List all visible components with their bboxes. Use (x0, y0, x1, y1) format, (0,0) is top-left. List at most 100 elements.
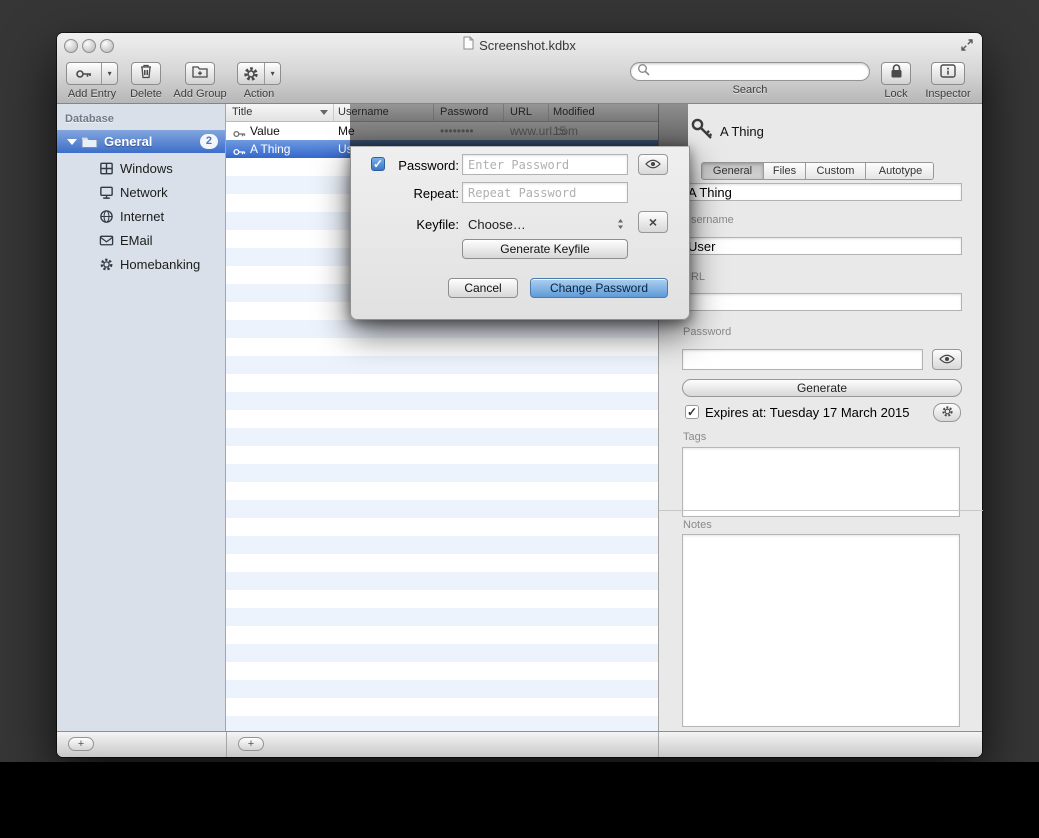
notes-input[interactable] (682, 534, 960, 727)
add-entry-button[interactable]: ▾ (66, 62, 118, 85)
action-button[interactable]: ▾ (237, 62, 281, 85)
username-field[interactable] (682, 237, 962, 255)
sort-indicator-icon[interactable] (320, 110, 328, 115)
dialog-keyfile-label: Keyfile: (391, 217, 459, 232)
banking-gear-icon (98, 256, 114, 272)
window-title-group: Screenshot.kdbx (57, 37, 982, 53)
tab-custom[interactable]: Custom (806, 163, 866, 179)
disclosure-triangle-icon[interactable] (67, 139, 77, 145)
dialog-repeat-input[interactable] (462, 182, 628, 203)
section-divider (659, 510, 983, 511)
sidebar-item-network[interactable]: Network (57, 180, 225, 204)
fullscreen-icon[interactable] (960, 38, 974, 57)
document-icon (463, 36, 474, 55)
tab-autotype[interactable]: Autotype (866, 163, 934, 179)
expires-checkbox[interactable]: ✓ (685, 405, 699, 419)
screen: { "colors": { "selection_blue": "#3d6ec9… (0, 0, 1039, 838)
sidebar: Database General 2 Windows Network (57, 104, 226, 731)
dialog-show-password-button[interactable] (638, 154, 668, 175)
add-entry-plus-button[interactable]: + (238, 737, 264, 751)
eye-icon (939, 351, 955, 369)
tags-label: Tags (683, 431, 706, 443)
chevron-down-icon[interactable]: ▾ (101, 63, 117, 84)
app-window: Screenshot.kdbx ▾ Add Entry Delete (57, 33, 982, 757)
delete-button[interactable] (131, 62, 161, 85)
sidebar-group-general[interactable]: General 2 (57, 130, 225, 153)
add-group-button[interactable] (185, 62, 215, 85)
envelope-icon (98, 232, 114, 248)
add-group-plus-button[interactable]: + (68, 737, 94, 751)
inspector-tabs: General Files Custom Autotype (701, 162, 934, 180)
dialog-repeat-label: Repeat: (391, 186, 459, 201)
entry-key-icon (689, 116, 716, 148)
generate-password-button[interactable]: Generate (682, 379, 962, 397)
windows-icon (98, 160, 114, 176)
sheet-shadow (350, 104, 688, 146)
inspector-label: Inspector (925, 88, 970, 100)
add-entry-label: Add Entry (68, 88, 116, 100)
password-field[interactable] (682, 349, 923, 370)
folder-icon (81, 135, 98, 148)
keyfile-popup[interactable]: Choose… (468, 215, 628, 233)
search-input[interactable] (650, 63, 869, 80)
eye-icon (645, 156, 661, 174)
network-icon (98, 184, 114, 200)
sidebar-item-homebanking[interactable]: Homebanking (57, 252, 225, 276)
search-label: Search (733, 84, 768, 96)
password-enabled-checkbox[interactable]: ✓ (371, 157, 385, 171)
cancel-button[interactable]: Cancel (448, 278, 518, 298)
trash-icon (139, 63, 153, 84)
sidebar-group-label: General (104, 134, 152, 149)
username-label: Username (683, 214, 734, 226)
change-password-dialog: ✓ Password: Repeat: Keyfile: Choose… × G… (350, 146, 690, 320)
folder-plus-icon (192, 64, 208, 83)
gear-icon (941, 405, 954, 421)
inspector-panel-icon (940, 64, 956, 83)
expires-label: Expires at: Tuesday 17 March 2015 (705, 405, 910, 420)
sidebar-item-internet[interactable]: Internet (57, 204, 225, 228)
add-group-label: Add Group (173, 88, 226, 100)
clear-keyfile-button[interactable]: × (638, 211, 668, 233)
screen-bottom-black (0, 762, 1039, 838)
search-icon (637, 63, 650, 81)
search-field[interactable] (630, 62, 870, 81)
sidebar-section-header: Database (65, 113, 114, 125)
chevron-down-icon[interactable]: ▾ (264, 63, 280, 84)
action-label: Action (244, 88, 275, 100)
stepper-icon (617, 218, 624, 230)
column-divider[interactable] (333, 104, 334, 121)
url-field[interactable] (682, 293, 962, 311)
window-header: Screenshot.kdbx ▾ Add Entry Delete (57, 33, 982, 104)
inspector-panel: A Thing General Files Custom Autotype Us… (658, 104, 982, 731)
expires-options-button[interactable] (933, 403, 961, 422)
dialog-password-label: Password: (391, 158, 459, 173)
column-header-title[interactable]: Title (232, 106, 252, 118)
show-password-button[interactable] (932, 349, 962, 370)
inspector-toggle-button[interactable] (931, 62, 965, 85)
sidebar-item-email[interactable]: EMail (57, 228, 225, 252)
lock-label: Lock (884, 88, 907, 100)
key-icon (233, 144, 246, 162)
window-title[interactable]: Screenshot.kdbx (479, 38, 576, 53)
tab-files[interactable]: Files (764, 163, 806, 179)
key-icon (67, 63, 101, 84)
footer-divider (658, 732, 659, 757)
title-field[interactable] (682, 183, 962, 201)
password-label: Password (683, 326, 731, 338)
dialog-password-input[interactable] (462, 154, 628, 175)
tab-general[interactable]: General (702, 163, 764, 179)
delete-label: Delete (130, 88, 162, 100)
globe-icon (98, 208, 114, 224)
gear-icon (238, 63, 264, 84)
sidebar-item-windows[interactable]: Windows (57, 156, 225, 180)
footer-divider (226, 732, 227, 757)
lock-button[interactable] (881, 62, 911, 85)
generate-keyfile-button[interactable]: Generate Keyfile (462, 239, 628, 259)
close-x-icon: × (649, 214, 657, 230)
entry-count-badge: 2 (200, 134, 218, 149)
footer-bar: + + (57, 731, 982, 757)
tags-input[interactable] (682, 447, 960, 517)
change-password-button[interactable]: Change Password (530, 278, 668, 298)
notes-label: Notes (683, 519, 712, 531)
inspector-entry-title: A Thing (720, 124, 764, 139)
